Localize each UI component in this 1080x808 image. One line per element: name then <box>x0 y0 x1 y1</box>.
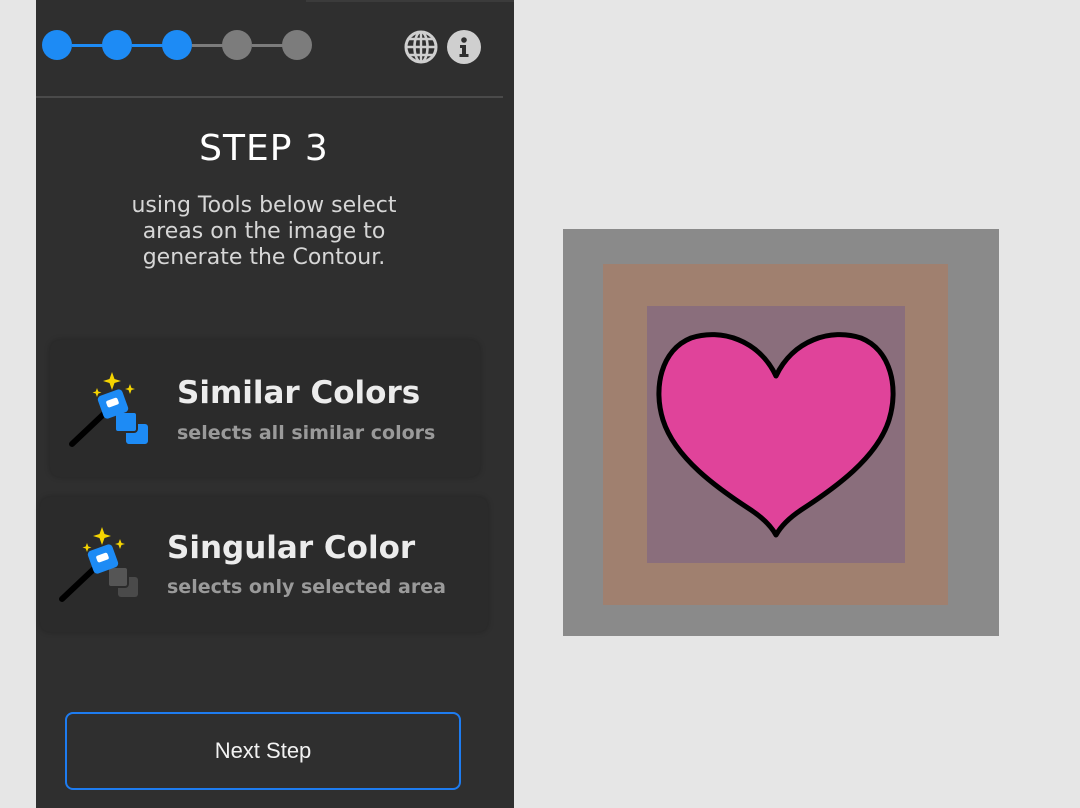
tool-subtitle: selects all similar colors <box>177 422 436 444</box>
magic-wand-singular-icon <box>59 527 138 602</box>
header-divider <box>36 96 503 98</box>
tool-title: Similar Colors <box>177 375 421 411</box>
heart-shape[interactable] <box>655 328 897 542</box>
tool-title: Singular Color <box>167 530 416 566</box>
tool-singular-color[interactable]: Singular Color selects only selected are… <box>40 497 488 632</box>
next-step-button[interactable]: Next Step <box>65 712 461 790</box>
step-description: using Tools below select areas on the im… <box>106 193 422 271</box>
magic-wand-similar-icon <box>69 372 148 447</box>
stepper-dot-5[interactable] <box>282 30 312 60</box>
panel-top-edge <box>306 0 514 2</box>
stepper-dot-3[interactable] <box>162 30 192 60</box>
image-canvas[interactable] <box>563 229 999 636</box>
info-button[interactable] <box>447 30 481 64</box>
step-title: STEP 3 <box>199 128 329 169</box>
tool-subtitle: selects only selected area <box>167 576 446 598</box>
stepper-dot-1[interactable] <box>42 30 72 60</box>
stepper-dot-2[interactable] <box>102 30 132 60</box>
language-button[interactable] <box>404 30 438 64</box>
step-description-line: areas on the image to <box>142 219 386 244</box>
tool-similar-colors[interactable]: Similar Colors selects all similar color… <box>50 340 480 477</box>
tools-panel: STEP 3 using Tools below select areas on… <box>36 0 514 808</box>
step-description-line: using Tools below select <box>131 193 397 218</box>
step-description-line: generate the Contour. <box>142 245 386 270</box>
globe-icon <box>404 30 438 64</box>
stepper-dot-4[interactable] <box>222 30 252 60</box>
info-icon <box>459 37 469 57</box>
